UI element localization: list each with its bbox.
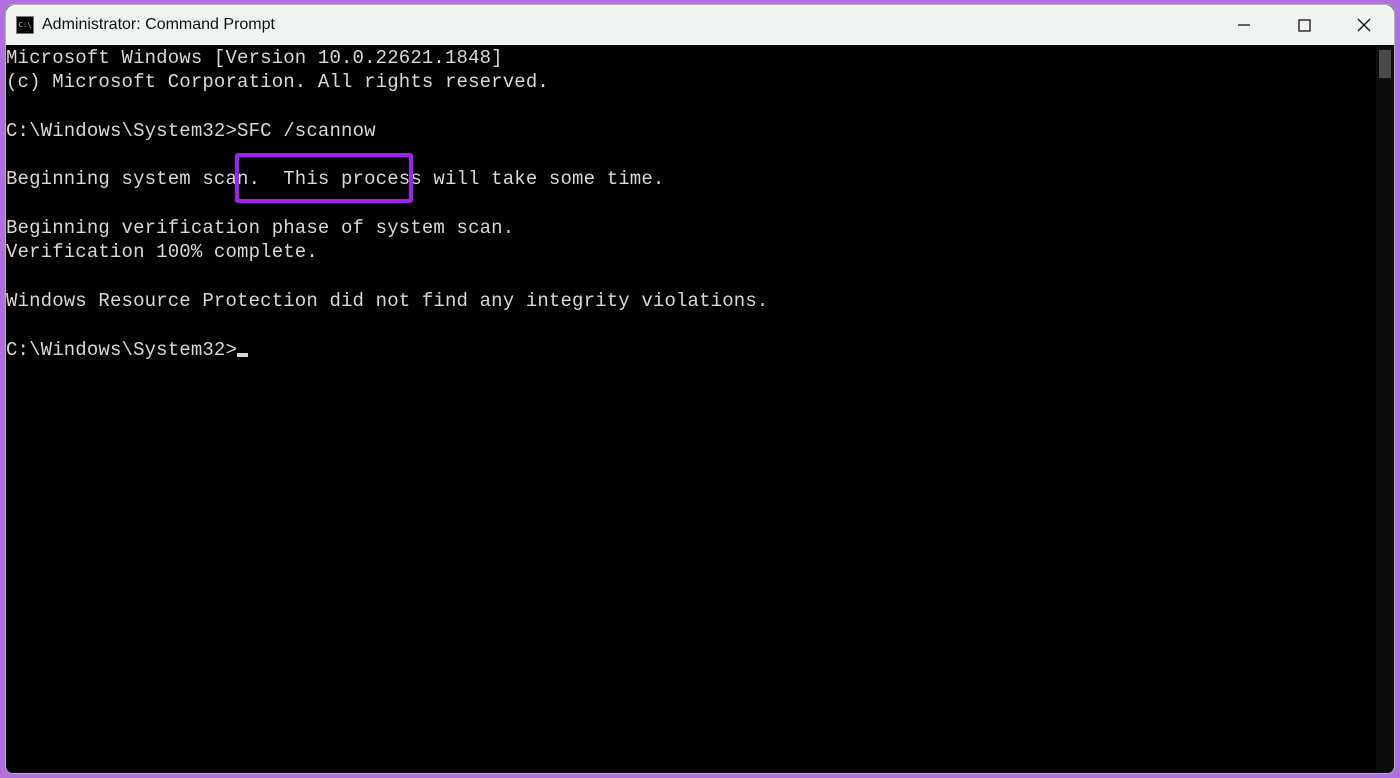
command-prompt-window: C:\ Administrator: Command Prompt bbox=[5, 4, 1395, 774]
terminal-area: Microsoft Windows [Version 10.0.22621.18… bbox=[6, 45, 1394, 773]
cmd-icon-label: C:\ bbox=[19, 22, 32, 29]
prompt-text: C:\Windows\System32> bbox=[6, 120, 237, 142]
terminal-line: (c) Microsoft Corporation. All rights re… bbox=[6, 70, 1376, 94]
terminal-cursor bbox=[237, 353, 248, 357]
terminal-line bbox=[6, 143, 1376, 167]
minimize-button[interactable] bbox=[1214, 5, 1274, 45]
prompt-text: C:\Windows\System32> bbox=[6, 339, 237, 361]
terminal-line: Microsoft Windows [Version 10.0.22621.18… bbox=[6, 46, 1376, 70]
terminal-line: C:\Windows\System32> bbox=[6, 338, 1376, 362]
terminal-line: C:\Windows\System32>SFC /scannow bbox=[6, 119, 1376, 143]
maximize-icon bbox=[1298, 19, 1311, 32]
terminal-line bbox=[6, 95, 1376, 119]
terminal-line bbox=[6, 313, 1376, 337]
window-controls bbox=[1214, 5, 1394, 45]
minimize-icon bbox=[1237, 18, 1251, 32]
cmd-icon: C:\ bbox=[16, 16, 34, 34]
terminal-line: Windows Resource Protection did not find… bbox=[6, 289, 1376, 313]
terminal-line bbox=[6, 265, 1376, 289]
close-button[interactable] bbox=[1334, 5, 1394, 45]
terminal-line: Beginning system scan. This process will… bbox=[6, 167, 1376, 191]
window-title: Administrator: Command Prompt bbox=[42, 16, 1214, 34]
scrollbar-thumb[interactable] bbox=[1379, 50, 1391, 78]
terminal-line: Verification 100% complete. bbox=[6, 240, 1376, 264]
terminal-line: Beginning verification phase of system s… bbox=[6, 216, 1376, 240]
terminal-line bbox=[6, 192, 1376, 216]
command-text: SFC /scannow bbox=[237, 120, 376, 142]
scrollbar-track[interactable] bbox=[1376, 45, 1394, 773]
terminal-output[interactable]: Microsoft Windows [Version 10.0.22621.18… bbox=[6, 45, 1376, 773]
close-icon bbox=[1357, 18, 1371, 32]
maximize-button[interactable] bbox=[1274, 5, 1334, 45]
titlebar[interactable]: C:\ Administrator: Command Prompt bbox=[6, 5, 1394, 45]
